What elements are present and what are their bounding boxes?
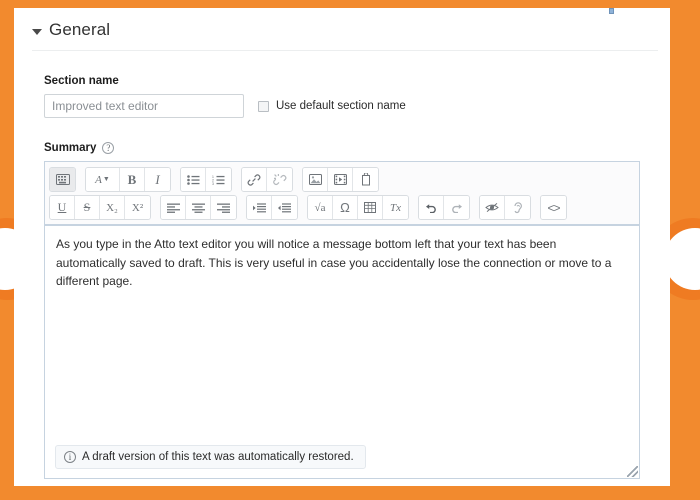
header-divider	[32, 50, 658, 51]
toolbar-row-2: U S X₂ X² √a Ω Tx <>	[49, 195, 635, 220]
align-right-icon[interactable]	[211, 196, 236, 219]
align-left-icon[interactable]	[161, 196, 186, 219]
underline-icon[interactable]: U	[50, 196, 75, 219]
help-circle-icon[interactable]: ?	[102, 142, 115, 154]
toolbar-group-insert: √a Ω Tx	[307, 195, 409, 220]
caret-down-icon[interactable]	[32, 28, 42, 35]
unlink-icon[interactable]	[267, 168, 292, 191]
atto-editor: A ▼ B I 123 U S X₂ X² √a Ω Tx <> As you …	[44, 161, 640, 479]
use-default-section-name-checkbox[interactable]	[258, 100, 269, 112]
section-name-row: Use default section name	[44, 94, 670, 118]
link-icon[interactable]	[242, 168, 267, 191]
toolbar-group-indent	[246, 195, 298, 220]
toolbar-group-format: U S X₂ X²	[49, 195, 151, 220]
code-icon[interactable]: <>	[541, 196, 566, 219]
info-circle-icon: i	[64, 451, 76, 463]
eye-icon[interactable]	[480, 196, 505, 219]
toolbar-group-style: A ▼ B I	[85, 167, 171, 192]
clipped-top-widget	[609, 8, 614, 14]
use-default-section-name-checkbox-wrap[interactable]: Use default section name	[258, 100, 406, 112]
media-icon[interactable]	[328, 168, 353, 191]
omega-icon[interactable]: Ω	[333, 196, 358, 219]
subscript-icon[interactable]: X₂	[100, 196, 125, 219]
use-default-section-name-label: Use default section name	[276, 100, 406, 112]
toolbar-group-a11y	[479, 195, 531, 220]
toolbar-group-toggle	[49, 167, 76, 192]
toolbar-group-media	[302, 167, 379, 192]
page-title: General	[49, 20, 111, 39]
summary-label-row: Summary ?	[44, 142, 670, 154]
svg-text:3: 3	[212, 182, 214, 185]
section-header[interactable]: General	[14, 8, 670, 40]
indent-icon[interactable]	[247, 196, 272, 219]
manage-files-icon[interactable]	[353, 168, 378, 191]
bold-icon[interactable]: B	[120, 168, 145, 191]
editor-content-area[interactable]: As you type in the Atto text editor you …	[45, 225, 639, 437]
equation-icon[interactable]: √a	[308, 196, 333, 219]
draft-restored-text: A draft version of this text was automat…	[82, 451, 354, 463]
redo-icon[interactable]	[444, 196, 469, 219]
toolbar-group-source: <>	[540, 195, 567, 220]
toolbar-group-links	[241, 167, 293, 192]
section-name-input[interactable]	[44, 94, 244, 118]
form-panel: General Section name Use default section…	[14, 8, 670, 486]
align-center-icon[interactable]	[186, 196, 211, 219]
superscript-icon[interactable]: X²	[125, 196, 150, 219]
strikethrough-icon[interactable]: S	[75, 196, 100, 219]
numbered-list-icon[interactable]: 123	[206, 168, 231, 191]
clear-formatting-icon[interactable]: Tx	[383, 196, 408, 219]
text-style-icon[interactable]: A ▼	[86, 168, 120, 191]
summary-label: Summary	[44, 142, 97, 154]
toolbar-group-history	[418, 195, 470, 220]
italic-icon[interactable]: I	[145, 168, 170, 191]
editor-toolbar: A ▼ B I 123 U S X₂ X² √a Ω Tx <>	[45, 162, 639, 225]
editor-resize-handle[interactable]	[627, 466, 638, 477]
bullet-list-icon[interactable]	[181, 168, 206, 191]
ear-icon[interactable]	[505, 196, 530, 219]
draft-restored-notice: i A draft version of this text was autom…	[55, 445, 366, 469]
toolbar-group-align	[160, 195, 237, 220]
draft-notice-bar: i A draft version of this text was autom…	[45, 437, 639, 478]
toolbar-row-1: A ▼ B I 123	[49, 167, 635, 192]
undo-icon[interactable]	[419, 196, 444, 219]
table-icon[interactable]	[358, 196, 383, 219]
editor-body-text: As you type in the Atto text editor you …	[56, 237, 612, 289]
toolbar-group-lists: 123	[180, 167, 232, 192]
keyboard-icon[interactable]	[50, 168, 75, 191]
outdent-icon[interactable]	[272, 196, 297, 219]
section-name-label: Section name	[44, 75, 119, 87]
image-icon[interactable]	[303, 168, 328, 191]
